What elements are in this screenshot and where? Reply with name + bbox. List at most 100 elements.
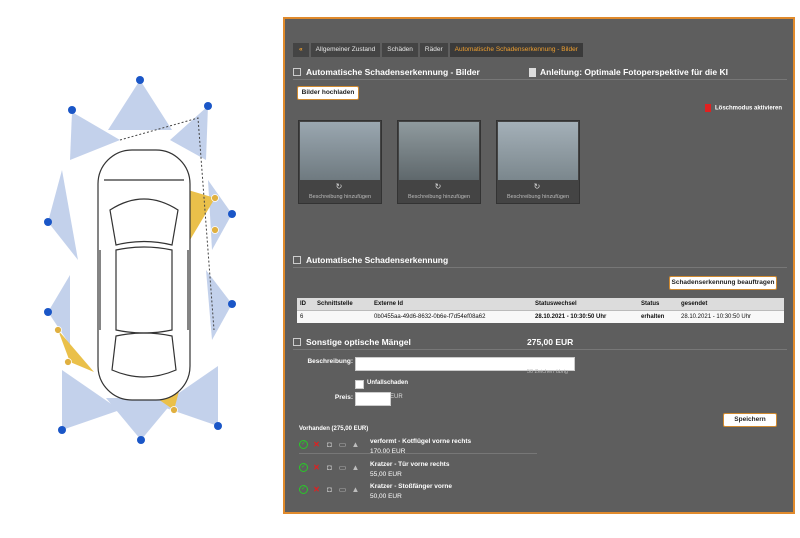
pdf-icon	[529, 68, 536, 78]
delete-mode-toggle[interactable]: Löschmodus aktivieren	[705, 104, 782, 112]
divider	[299, 453, 537, 454]
collapse-icon[interactable]	[293, 255, 301, 264]
item-actions: ✓ ✕ ◘ ▭ ▲	[299, 463, 360, 472]
warning-icon[interactable]: ▲	[351, 440, 360, 449]
upload-images-button[interactable]: Bilder hochladen	[297, 86, 359, 100]
cone-rear	[106, 398, 176, 440]
camera-icon[interactable]: ◘	[325, 440, 334, 449]
photo-caption[interactable]: Beschreibung hinzufügen	[497, 193, 579, 201]
order-detection-button[interactable]: Schadenserkennung beauftragen	[669, 276, 777, 290]
currency-label: EUR	[390, 394, 403, 400]
cone-left-front	[48, 170, 78, 260]
marker-front-left[interactable]	[68, 106, 76, 114]
used-marker-4[interactable]	[64, 358, 72, 366]
item-price: 50,00 EUR	[370, 493, 402, 500]
marker-front-right[interactable]	[204, 102, 212, 110]
col-status-change: Statuswechsel	[535, 301, 577, 307]
vehicle-perspective-diagram	[0, 0, 280, 533]
cone-used-left-rear	[58, 330, 94, 372]
section-other-defects-title: Sonstige optische Mängel	[306, 337, 411, 347]
marker-front[interactable]	[136, 76, 144, 84]
photo-card[interactable]: ↻ Beschreibung hinzufügen	[496, 120, 580, 204]
warning-icon[interactable]: ▲	[351, 485, 360, 494]
present-defects-label: Vorhanden (275,00 EUR)	[299, 426, 369, 432]
item-actions: ✓ ✕ ◘ ▭ ▲	[299, 440, 360, 449]
confirm-icon[interactable]: ✓	[299, 463, 308, 472]
camera-icon[interactable]: ◘	[325, 485, 334, 494]
rotate-icon[interactable]: ↻	[334, 182, 344, 192]
cell-external-id: 0b0455aa-49d6-8632-0b6e-f7d54ef08a62	[374, 314, 486, 320]
confirm-icon[interactable]: ✓	[299, 440, 308, 449]
tab-wheels[interactable]: Räder	[419, 43, 448, 57]
collapse-icon[interactable]	[293, 67, 301, 76]
tab-damages[interactable]: Schäden	[382, 43, 418, 57]
photo-card[interactable]: ↻ Beschreibung hinzufügen	[298, 120, 382, 204]
guide-link-text: Anleitung: Optimale Fotoperspektive für …	[540, 67, 728, 77]
description-label: Beschreibung:	[307, 358, 353, 365]
photo-caption[interactable]: Beschreibung hinzufügen	[299, 193, 381, 201]
delete-icon[interactable]: ✕	[312, 485, 321, 494]
car-body	[97, 149, 191, 401]
tab-auto-damage-images[interactable]: Automatische Schadenserkennung - Bilder	[449, 43, 583, 57]
car-photo	[498, 122, 578, 180]
used-marker-1[interactable]	[211, 194, 219, 202]
tab-general-condition[interactable]: Allgemeiner Zustand	[310, 43, 381, 57]
price-input[interactable]	[355, 392, 391, 406]
tab-back[interactable]: «	[293, 43, 309, 57]
marker-rear[interactable]	[137, 436, 145, 444]
item-price: 55,00 EUR	[370, 471, 402, 478]
cell-interface	[314, 311, 371, 323]
camera-icon[interactable]: ◘	[325, 463, 334, 472]
tab-bar: « Allgemeiner Zustand Schäden Räder Auto…	[293, 43, 583, 57]
comment-icon[interactable]: ▭	[338, 463, 347, 472]
item-actions: ✓ ✕ ◘ ▭ ▲	[299, 485, 360, 494]
save-button[interactable]: Speichern	[723, 413, 777, 427]
car-photo	[300, 122, 380, 180]
marker-left-front[interactable]	[44, 218, 52, 226]
delete-icon[interactable]: ✕	[312, 440, 321, 449]
table-header-row: ID Schnittstelle Externe Id Statuswechse…	[297, 298, 784, 311]
rotate-icon[interactable]: ↻	[532, 182, 542, 192]
marker-left-rear[interactable]	[44, 308, 52, 316]
section-images-title: Automatische Schadenserkennung - Bilder	[306, 67, 480, 77]
cone-front-right	[170, 106, 208, 160]
photo-card[interactable]: ↻ Beschreibung hinzufügen	[397, 120, 481, 204]
col-interface: Schnittstelle	[317, 301, 353, 307]
item-title: Kratzer - Stoßfänger vorne	[370, 483, 452, 490]
delete-mode-label: Löschmodus aktivieren	[715, 105, 783, 112]
col-external-id: Externe Id	[374, 301, 404, 307]
photo-caption[interactable]: Beschreibung hinzufügen	[398, 193, 480, 201]
marker-right-front[interactable]	[228, 210, 236, 218]
cell-id: 6	[300, 314, 304, 320]
marker-rear-right[interactable]	[214, 422, 222, 430]
marker-right-rear[interactable]	[228, 300, 236, 308]
marker-rear-left[interactable]	[58, 426, 66, 434]
price-label: Preis:	[334, 394, 353, 401]
used-marker-5[interactable]	[170, 406, 178, 414]
collapse-icon[interactable]	[293, 337, 301, 346]
item-title: verformt - Kotflügel vorne rechts	[370, 438, 472, 445]
guide-link[interactable]: Anleitung: Optimale Fotoperspektive für …	[529, 65, 728, 79]
table-row[interactable]: 6 0b0455aa-49d6-8632-0b6e-f7d54ef08a62 2…	[297, 311, 784, 323]
list-item: ✓ ✕ ◘ ▭ ▲ verformt - Kotflügel vorne rec…	[299, 438, 539, 460]
col-status: Status	[641, 301, 660, 307]
comment-icon[interactable]: ▭	[338, 440, 347, 449]
used-marker-3[interactable]	[54, 326, 62, 334]
rotate-icon[interactable]: ↻	[433, 182, 443, 192]
car-photo	[399, 122, 479, 180]
cone-front-left	[70, 112, 120, 160]
delete-icon[interactable]: ✕	[312, 463, 321, 472]
cell-status: erhalten	[641, 314, 665, 320]
trash-icon	[705, 104, 711, 112]
accident-checkbox[interactable]	[355, 380, 364, 389]
section-auto-detection-header[interactable]: Automatische Schadenserkennung	[293, 253, 787, 268]
comment-icon[interactable]: ▭	[338, 485, 347, 494]
col-sent: gesendet	[681, 301, 708, 307]
confirm-icon[interactable]: ✓	[299, 485, 308, 494]
used-marker-2[interactable]	[211, 226, 219, 234]
cone-right-rear	[206, 270, 232, 340]
warning-icon[interactable]: ▲	[351, 463, 360, 472]
cell-status-change: 28.10.2021 - 10:30:50 Uhr	[535, 314, 607, 320]
col-id: ID	[300, 301, 306, 307]
accident-label: Unfallschaden	[367, 380, 409, 386]
